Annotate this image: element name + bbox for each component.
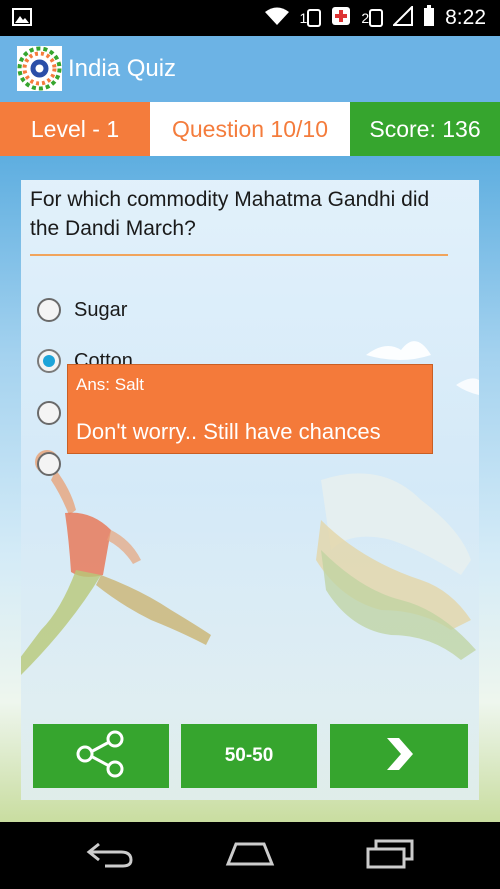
option-label: Sugar <box>74 298 128 321</box>
status-time: 8:22 <box>445 6 486 29</box>
option-sugar[interactable]: Sugar <box>37 290 127 330</box>
battery-icon <box>423 4 435 32</box>
toast-answer: Ans: Salt <box>76 375 145 394</box>
next-button[interactable] <box>330 724 468 788</box>
radio-button[interactable] <box>37 298 61 322</box>
health-icon <box>331 6 351 31</box>
back-icon <box>85 840 135 873</box>
wifi-icon <box>264 6 290 31</box>
home-button[interactable] <box>215 836 285 876</box>
question-divider <box>30 254 448 256</box>
fifty-fifty-button[interactable]: 50-50 <box>181 724 317 788</box>
answer-toast: Ans: Salt Don't worry.. Still have chanc… <box>67 364 433 454</box>
recent-apps-icon <box>364 839 416 874</box>
signal-icon <box>391 4 414 31</box>
share-button[interactable] <box>33 724 169 788</box>
sim1-label: 1 <box>299 10 308 26</box>
india-quiz-logo <box>17 46 62 91</box>
share-icon <box>73 730 129 783</box>
info-row: Level - 1 Question 10/10 Score: 136 <box>0 102 500 156</box>
toast-message: Don't worry.. Still have chances <box>76 419 381 444</box>
radio-button[interactable] <box>37 401 61 425</box>
app-title: India Quiz <box>68 55 177 82</box>
status-bar: 1 2 8:22 <box>0 0 500 36</box>
question-text: For which commodity Mahatma Gandhi did t… <box>30 188 430 240</box>
chevron-right-icon <box>383 736 415 777</box>
home-icon <box>224 840 276 873</box>
recent-apps-button[interactable] <box>355 836 425 876</box>
app-bar: India Quiz <box>0 36 500 102</box>
sim2-signal-icon: 2 <box>361 9 384 27</box>
level-indicator: Level - 1 <box>0 102 150 156</box>
background-illustration <box>21 341 479 675</box>
score-indicator: Score: 136 <box>350 102 500 156</box>
image-icon <box>12 8 32 31</box>
navigation-bar <box>0 822 500 889</box>
sim1-signal-icon: 1 <box>300 9 322 27</box>
radio-button-selected[interactable] <box>37 349 61 373</box>
question-card: For which commodity Mahatma Gandhi did t… <box>21 180 479 800</box>
question-counter: Question 10/10 <box>150 102 350 156</box>
quiz-content: For which commodity Mahatma Gandhi did t… <box>0 156 500 822</box>
radio-button[interactable] <box>37 452 61 476</box>
sim2-label: 2 <box>361 10 370 26</box>
back-button[interactable] <box>75 836 145 876</box>
